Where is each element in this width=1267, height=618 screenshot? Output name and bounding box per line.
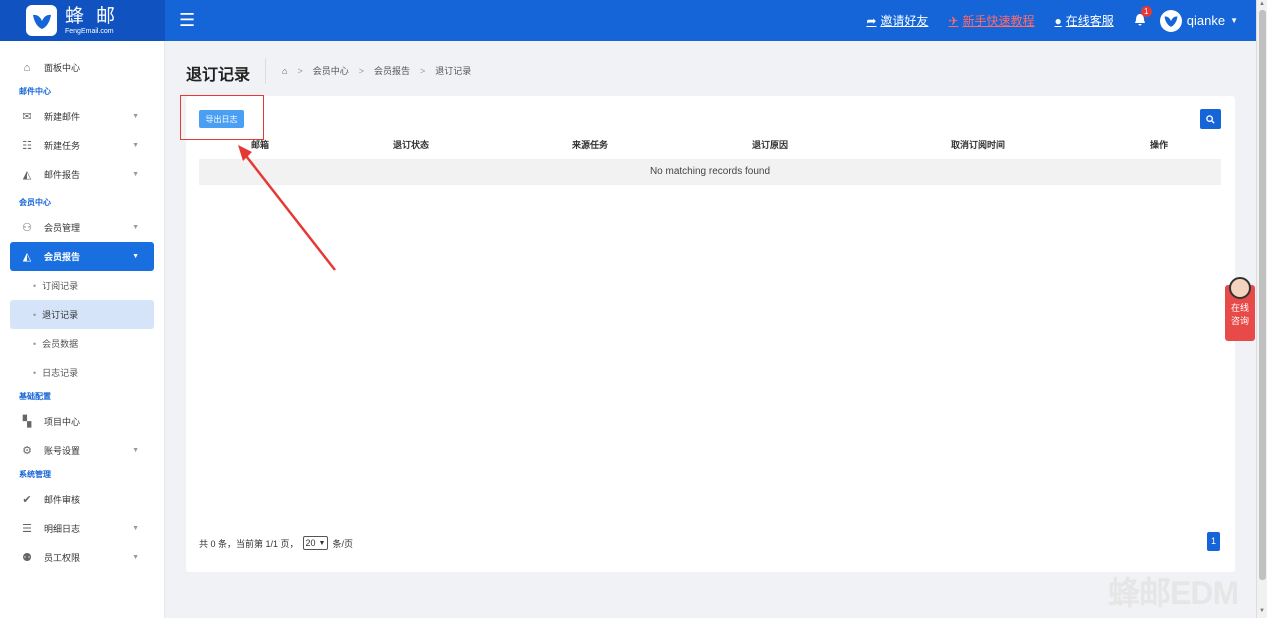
list-icon: ☷ xyxy=(22,140,32,152)
sidebar-item-project-center[interactable]: ▚ 项目中心 xyxy=(0,407,164,436)
boxes-icon: ▚ xyxy=(22,416,32,428)
annotation-box xyxy=(180,95,264,140)
sidebar-subitem-subscribe[interactable]: • 订阅记录 xyxy=(0,271,164,300)
gear-icon: ⚙ xyxy=(22,445,32,457)
scroll-thumb[interactable] xyxy=(1259,10,1266,580)
users-icon: ⚇ xyxy=(22,222,32,234)
table-empty-row: No matching records found xyxy=(199,159,1221,185)
list-icon: ☰ xyxy=(22,523,32,535)
sidebar-subitem-log[interactable]: • 日志记录 xyxy=(0,358,164,387)
breadcrumb-item: 退订记录 xyxy=(435,66,472,76)
sidebar-item-account-settings[interactable]: ⚙ 账号设置 ▼ xyxy=(0,436,164,465)
sidebar-item-staff-permission[interactable]: ⚉ 员工权限 ▼ xyxy=(0,543,164,572)
scroll-up-icon[interactable]: ▲ xyxy=(1259,1,1265,7)
breadcrumb: ⌂ > 会员中心 > 会员报告 > 退订记录 xyxy=(282,64,472,77)
logo-icon xyxy=(26,5,57,36)
user-menu[interactable]: qianke ▼ xyxy=(1159,9,1238,32)
breadcrumb-item[interactable]: 会员报告 xyxy=(374,64,410,77)
chevron-down-icon: ▼ xyxy=(132,113,139,120)
watermark: 蜂邮EDM xyxy=(1108,575,1239,611)
pagination-info: 共 0 条，当前第 1/1 页， 20 ▼ 条/页 xyxy=(199,536,353,550)
page-title: 退订记录 xyxy=(186,67,251,84)
brand-name: 蜂 邮 xyxy=(65,4,119,27)
caret-down-icon: ▼ xyxy=(1230,16,1238,25)
invite-link[interactable]: ➦ 邀请好友 xyxy=(866,12,928,29)
search-button[interactable] xyxy=(1200,109,1221,129)
top-bar: 蜂 邮 FengEmail.com ☰ ➦ 邀请好友 ✈ 新手快速教程 ● 在线… xyxy=(0,0,1256,41)
online-chat-widget[interactable]: 在线 咨询 xyxy=(1225,277,1255,341)
column-header-source-task[interactable]: 来源任务 xyxy=(572,138,608,151)
scroll-down-icon[interactable]: ▼ xyxy=(1259,608,1265,614)
sidebar-item-member-manage[interactable]: ⚇ 会员管理 ▼ xyxy=(0,213,164,242)
tutorial-link[interactable]: ✈ 新手快速教程 xyxy=(948,12,1034,29)
chevron-down-icon: ▼ xyxy=(132,224,139,231)
sidebar-item-mail-review[interactable]: ✔ 邮件审核 xyxy=(0,485,164,514)
sidebar-subitem-unsubscribe[interactable]: • 退订记录 xyxy=(10,300,154,329)
chart-icon: ◭ xyxy=(22,169,32,181)
column-header-unsubscribe-time[interactable]: 取消订阅时间 xyxy=(951,138,1005,151)
search-icon xyxy=(1206,114,1215,124)
sidebar-item-mail-report[interactable]: ◭ 邮件报告 ▼ xyxy=(0,160,164,189)
chevron-down-icon: ▼ xyxy=(132,253,139,260)
chart-icon: ◭ xyxy=(22,251,32,263)
brand-sub: FengEmail.com xyxy=(65,27,114,35)
chevron-down-icon: ▼ xyxy=(132,554,139,561)
username: qianke xyxy=(1186,13,1226,28)
page-button-current[interactable]: 1 xyxy=(1207,532,1220,551)
chevron-down-icon: ▼ xyxy=(132,142,139,149)
sidebar-item-detail-log[interactable]: ☰ 明细日志 ▼ xyxy=(0,514,164,543)
sidebar-item-new-mail[interactable]: ✉ 新建邮件 ▼ xyxy=(0,102,164,131)
section-mail: 邮件中心 xyxy=(19,87,51,96)
user-group-icon: ⚉ xyxy=(22,552,32,564)
column-header-status[interactable]: 退订状态 xyxy=(393,138,429,151)
page-scrollbar[interactable]: ▲ ▼ xyxy=(1256,0,1267,618)
breadcrumb-item[interactable]: 会员中心 xyxy=(313,64,349,77)
caret-down-icon: ▼ xyxy=(318,539,326,547)
user-icon: ● xyxy=(1054,13,1062,28)
share-icon: ➦ xyxy=(866,13,877,28)
notification-badge: 1 xyxy=(1140,5,1152,17)
menu-toggle-icon[interactable]: ☰ xyxy=(179,10,195,31)
sidebar-subitem-member-data[interactable]: • 会员数据 xyxy=(0,329,164,358)
section-system: 系统管理 xyxy=(19,470,51,479)
home-icon[interactable]: ⌂ xyxy=(282,66,287,76)
column-header-reason[interactable]: 退订原因 xyxy=(752,138,788,151)
sidebar: ⌂ 面板中心 邮件中心 ✉ 新建邮件 ▼ ☷ 新建任务 ▼ ◭ 邮件报告 ▼ 会… xyxy=(0,41,165,618)
avatar xyxy=(1159,9,1182,32)
column-header-actions: 操作 xyxy=(1150,140,1169,150)
agent-avatar xyxy=(1229,277,1251,299)
rocket-icon: ✈ xyxy=(948,13,959,28)
page-size-select[interactable]: 20 ▼ xyxy=(302,536,329,550)
support-link[interactable]: ● 在线客服 xyxy=(1055,12,1114,29)
envelope-icon: ✉ xyxy=(22,111,32,123)
sidebar-item-new-task[interactable]: ☷ 新建任务 ▼ xyxy=(0,131,164,160)
chevron-down-icon: ▼ xyxy=(132,525,139,532)
home-icon: ⌂ xyxy=(23,61,31,74)
notification-bell-icon[interactable]: 1 xyxy=(1134,5,1152,29)
section-member: 会员中心 xyxy=(19,198,51,207)
section-basic: 基础配置 xyxy=(19,392,51,401)
column-header-email[interactable]: 邮箱 xyxy=(251,138,269,151)
brand[interactable]: 蜂 邮 FengEmail.com xyxy=(0,0,165,41)
chevron-down-icon: ▼ xyxy=(132,447,139,454)
sidebar-item-dashboard[interactable]: ⌂ 面板中心 xyxy=(0,53,164,82)
sidebar-item-member-report[interactable]: ◭ 会员报告 ▼ xyxy=(10,242,154,271)
check-icon: ✔ xyxy=(22,494,32,506)
chevron-down-icon: ▼ xyxy=(132,171,139,178)
